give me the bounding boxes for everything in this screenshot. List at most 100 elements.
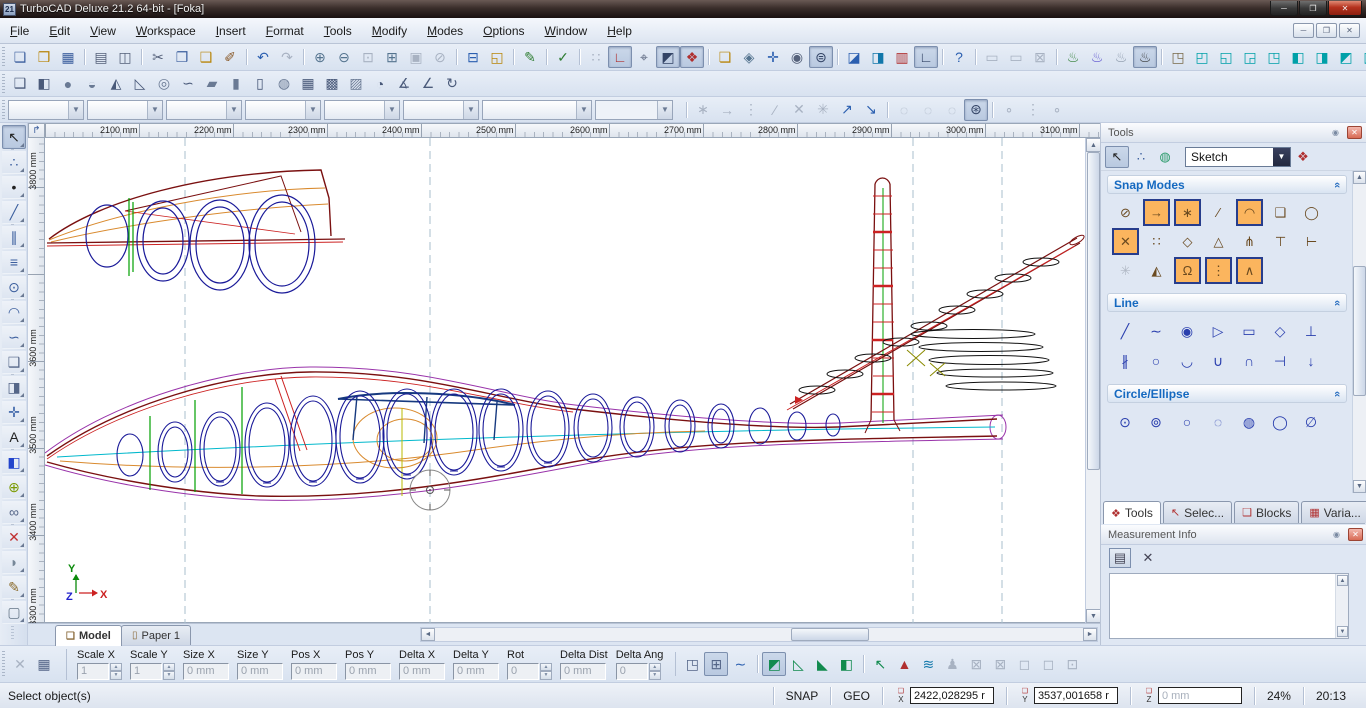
window-button[interactable]: ─ [1270, 1, 1298, 16]
zoom-level[interactable]: 24% [1254, 687, 1303, 705]
toolbar-button[interactable]: ● [56, 73, 80, 95]
palette-tab[interactable]: ❑Blocks [1234, 501, 1299, 523]
toolbar-button[interactable]: ◰ [1190, 46, 1214, 68]
chevron-down-icon[interactable]: ▼ [463, 101, 478, 119]
toolbar-button[interactable]: ∟ [608, 46, 632, 68]
inspector-field-value[interactable]: 0 mm [560, 663, 606, 680]
toolbar-button[interactable]: ∘ [1045, 99, 1069, 121]
inspector-button[interactable]: ▦ [32, 652, 56, 676]
snap-mode-button[interactable]: ◠ [1236, 199, 1263, 226]
palette-tool-button[interactable]: ↖ [1105, 146, 1129, 168]
toolbar-button[interactable]: ∽ [176, 73, 200, 95]
line-tool-button[interactable]: ∩ [1235, 346, 1263, 376]
palette-tab[interactable]: ↖Selec... [1163, 501, 1232, 523]
toolbar-button[interactable]: ❑ [194, 46, 218, 68]
measurement-results-box[interactable]: ▲ ▼ [1109, 573, 1349, 639]
drawing-tool-button[interactable]: ◗ [2, 550, 26, 574]
window-button[interactable]: ❐ [1299, 1, 1327, 16]
scroll-down-icon[interactable]: ▼ [1086, 609, 1101, 623]
selection-mode-button[interactable]: ∼ [728, 652, 752, 676]
collapse-icon[interactable]: « [1331, 390, 1343, 396]
toolbar-button[interactable]: ⊘ [428, 46, 452, 68]
drawing-tool-button[interactable]: ✎ [2, 575, 26, 599]
inspector-field-value[interactable]: 0 mm [237, 663, 283, 680]
toolbar-button[interactable]: ◩ [1334, 46, 1358, 68]
circle-ellipse-header[interactable]: Circle/Ellipse « [1107, 384, 1347, 403]
selection-mode-button[interactable]: ⊞ [704, 652, 728, 676]
toolbar-button[interactable]: ❒ [32, 46, 56, 68]
toolbar-button[interactable]: ? [947, 46, 971, 68]
snap-modes-header[interactable]: Snap Modes « [1107, 175, 1347, 194]
line-tool-button[interactable]: ○ [1142, 346, 1170, 376]
line-tool-button[interactable]: ⊥ [1297, 316, 1325, 346]
property-combo[interactable]: ▼ [482, 100, 592, 120]
menu-item[interactable]: Modify [362, 20, 417, 42]
toolbar-button[interactable]: ▨ [344, 73, 368, 95]
selection-mode-button[interactable]: ◧ [834, 652, 858, 676]
toolbar-button[interactable]: → [715, 99, 739, 121]
toolbar-button[interactable]: ↘ [859, 99, 883, 121]
toolbar-button[interactable]: ⋮ [739, 99, 763, 121]
toolbar-button[interactable]: ♨ [1133, 46, 1157, 68]
scroll-down-icon[interactable]: ▼ [1353, 480, 1366, 493]
circle-tool-button[interactable]: ◌ [1204, 407, 1232, 437]
mdi-button[interactable]: ❐ [1316, 23, 1337, 38]
chevron-down-icon[interactable]: ▼ [576, 101, 591, 119]
selection-mode-button[interactable]: ◺ [786, 652, 810, 676]
toolbar-button[interactable]: ❖ [680, 46, 704, 68]
drawing-tool-button[interactable]: ↖ [2, 125, 26, 149]
toolbar-button[interactable]: ✓ [551, 46, 575, 68]
toolbar-button[interactable]: ◉ [785, 46, 809, 68]
toolbar-button[interactable]: ↷ [275, 46, 299, 68]
palette-scrollbar[interactable]: ▲ ▼ [1352, 171, 1366, 493]
scroll-down-icon[interactable]: ▼ [1337, 626, 1348, 637]
toolbar-button[interactable]: ✂ [146, 46, 170, 68]
sheet-tab[interactable]: ❏Model [55, 625, 122, 646]
inspector-field-value[interactable]: 0 [507, 663, 539, 680]
measurement-tool-button[interactable]: ▤ [1109, 548, 1131, 568]
toolbar-button[interactable]: ✐ [218, 46, 242, 68]
toolbar-button[interactable]: ◔ [368, 73, 392, 95]
snap-mode-button[interactable]: ∷ [1143, 228, 1170, 255]
toolbar-button[interactable]: ▯ [248, 73, 272, 95]
toolbar-button[interactable]: ◎ [152, 73, 176, 95]
line-tool-button[interactable]: ⊣ [1266, 346, 1294, 376]
horizontal-scrollbar-thumb[interactable] [791, 628, 869, 641]
snap-mode-button[interactable]: ⊘ [1112, 199, 1139, 226]
menu-item[interactable]: Window [535, 20, 598, 42]
snap-mode-button[interactable]: ❑ [1267, 199, 1294, 226]
toolbar-button[interactable]: ❐ [170, 46, 194, 68]
drawing-tool-button[interactable]: ∥ [2, 225, 26, 249]
circle-tool-button[interactable]: ○ [1173, 407, 1201, 437]
snap-mode-button[interactable]: ⊤ [1267, 228, 1294, 255]
inspector-field-value[interactable]: 0 mm [399, 663, 445, 680]
inspector-field-value[interactable]: 0 mm [183, 663, 229, 680]
palette-tab[interactable]: ▦Varia... [1301, 501, 1366, 523]
toolbar-button[interactable]: ▦ [296, 73, 320, 95]
measurement-tool-button[interactable]: ✕ [1137, 548, 1159, 568]
property-combo[interactable]: ▼ [324, 100, 400, 120]
toolbar-button[interactable]: ✳ [811, 99, 835, 121]
spinner-control[interactable]: ▲▼ [163, 663, 175, 680]
line-tool-button[interactable]: ∦ [1111, 346, 1139, 376]
toolbar-button[interactable]: ◌ [916, 99, 940, 121]
snap-mode-button[interactable]: △ [1205, 228, 1232, 255]
drawing-tool-button[interactable]: ⊕ [2, 475, 26, 499]
close-icon[interactable]: ✕ [1347, 126, 1362, 139]
brush-style-icon[interactable]: ❖ [1291, 146, 1315, 168]
drawing-tool-button[interactable]: ❑ [2, 350, 26, 374]
line-tool-button[interactable]: ∪ [1204, 346, 1232, 376]
toolbar-button[interactable]: ⌖ [632, 46, 656, 68]
selection-mode-button[interactable]: ◻ [1012, 652, 1036, 676]
toolbar-button[interactable]: ◳ [1166, 46, 1190, 68]
drawing-tool-button[interactable]: ∞ [2, 500, 26, 524]
drawing-tool-button[interactable]: ◠ [2, 300, 26, 324]
snap-mode-button[interactable]: ◯ [1298, 199, 1325, 226]
chevron-down-icon[interactable]: ▼ [226, 101, 241, 119]
toolbar-button[interactable]: ◍ [272, 73, 296, 95]
selection-mode-button[interactable]: ◣ [810, 652, 834, 676]
scroll-up-icon[interactable]: ▲ [1086, 138, 1101, 152]
toolbar-button[interactable]: ◨ [866, 46, 890, 68]
toolbar-button[interactable]: ▤ [89, 46, 113, 68]
line-tool-button[interactable]: ↓ [1297, 346, 1325, 376]
